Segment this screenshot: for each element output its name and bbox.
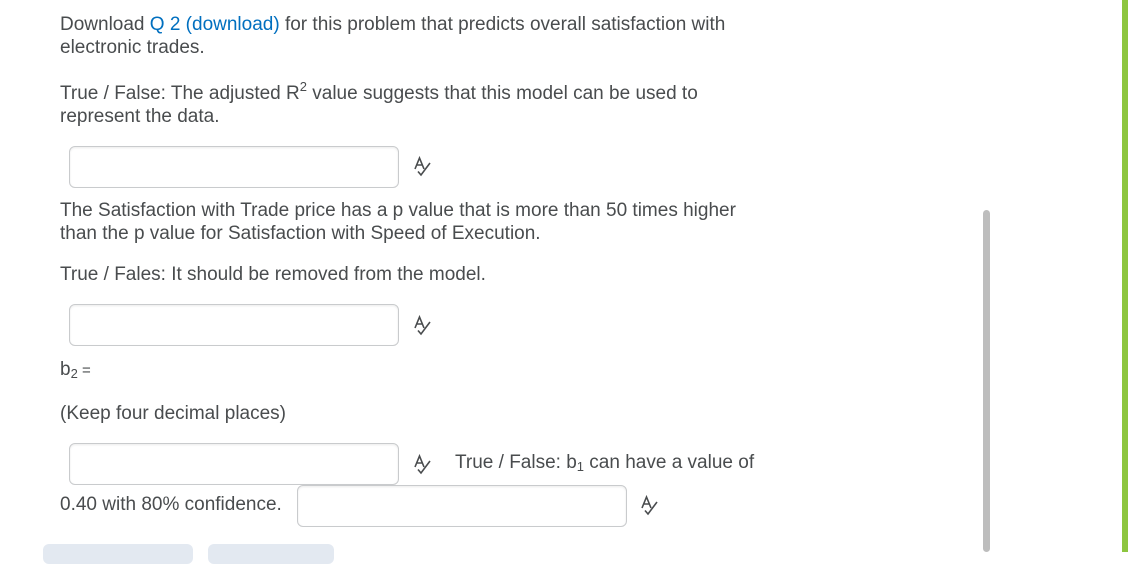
- q4-subscript: 1: [576, 459, 585, 474]
- footer-button-2[interactable]: [208, 544, 334, 564]
- question-1-text: True / False: The adjusted R2 value sugg…: [60, 78, 760, 128]
- spellcheck-icon[interactable]: [640, 495, 660, 517]
- intro-text-before: Download: [60, 14, 150, 35]
- spellcheck-icon[interactable]: [413, 315, 433, 337]
- question-4-text: True / False: b1 can have a value of: [455, 451, 754, 474]
- question-4-continuation: 0.40 with 80% confidence.: [60, 494, 282, 515]
- question-2-statement: The Satisfaction with Trade price has a …: [60, 200, 736, 244]
- intro-paragraph: Download Q 2 (download) for this problem…: [60, 13, 780, 59]
- answer-input-4[interactable]: [297, 485, 627, 527]
- answer-input-3[interactable]: [69, 443, 399, 485]
- decimal-hint: (Keep four decimal places): [60, 403, 286, 424]
- download-link[interactable]: Q 2 (download): [150, 14, 280, 35]
- b2-equals: =: [77, 362, 91, 379]
- q1-superscript: 2: [299, 78, 307, 94]
- q4-suffix: can have a value of: [584, 452, 755, 473]
- b2-subscript: 2: [70, 366, 78, 381]
- scrollbar[interactable]: [983, 210, 990, 552]
- spellcheck-icon[interactable]: [413, 454, 433, 476]
- answer-input-1[interactable]: [69, 146, 399, 188]
- q1-text-before: True / False: The adjusted R: [60, 83, 300, 104]
- q4-prefix: True / False: b: [455, 452, 577, 473]
- right-accent-bar: [1122, 0, 1128, 552]
- b2-label: b2 =: [60, 358, 91, 382]
- spellcheck-icon[interactable]: [413, 156, 433, 178]
- answer-input-2[interactable]: [69, 304, 399, 346]
- b2-main: b: [60, 359, 71, 380]
- footer-button-1[interactable]: [43, 544, 193, 564]
- question-2-prompt: True / Fales: It should be removed from …: [60, 264, 486, 285]
